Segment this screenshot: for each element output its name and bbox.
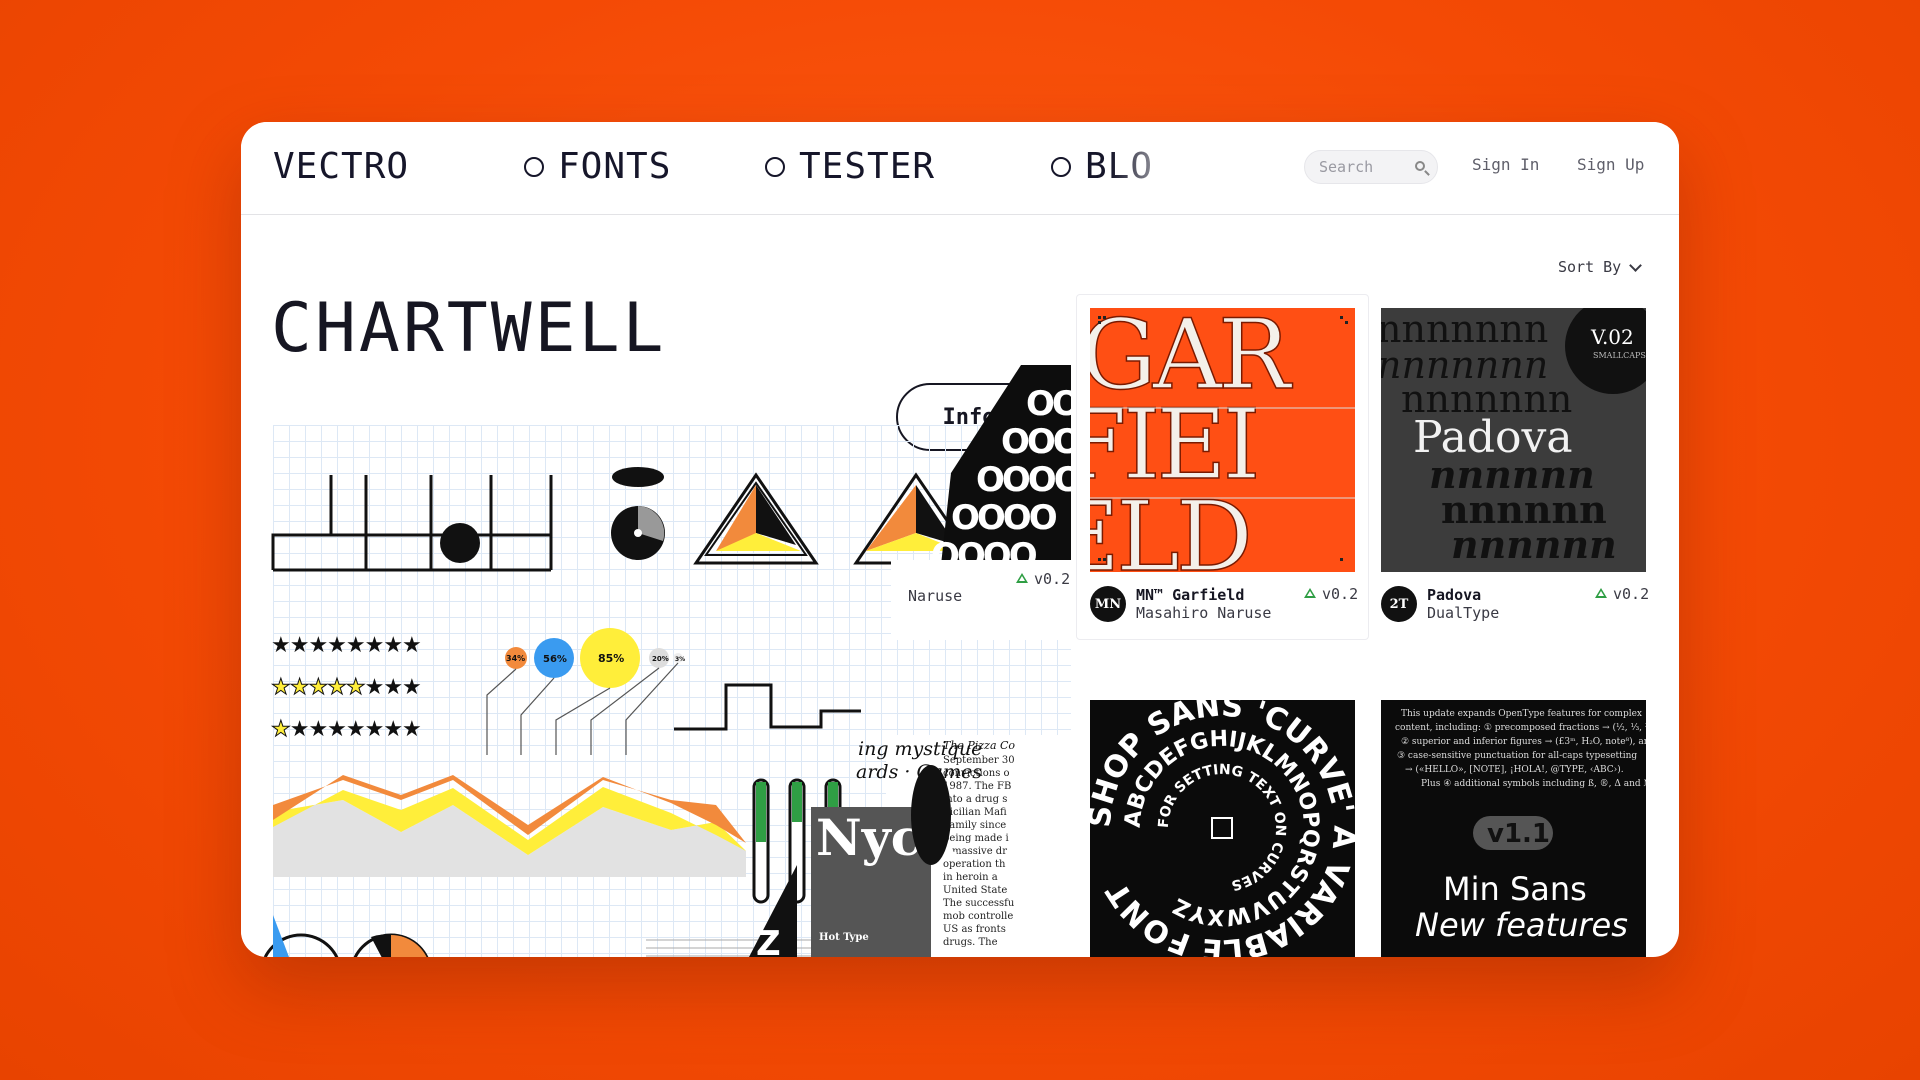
svg-text:★: ★ bbox=[271, 717, 290, 742]
padova-preview-image[interactable]: nnnnnnn nnnnnnn nnnnnnn nnnnnn nnnnnn nn… bbox=[1381, 308, 1646, 572]
version-badge: v0.2 bbox=[1016, 570, 1070, 588]
version-triangle-icon bbox=[1595, 588, 1607, 598]
minsans-preview-image[interactable]: This update expands OpenType features fo… bbox=[1381, 700, 1646, 957]
svg-text:in heroin a: in heroin a bbox=[943, 872, 998, 883]
svg-text:★★★★★★★★: ★★★★★★★★ bbox=[271, 633, 421, 658]
svg-text:ing mystique: ing mystique bbox=[858, 738, 982, 760]
card-font-name[interactable]: MN™ Garfield bbox=[1136, 586, 1244, 604]
garfield-artwork: GAR FIEI ELD bbox=[1090, 308, 1355, 572]
svg-text:United State: United State bbox=[943, 885, 1007, 896]
browser-window: VECTRO FONTS TESTER BLO Sign In Sign Up … bbox=[241, 122, 1679, 957]
search-input[interactable] bbox=[1317, 157, 1411, 177]
svg-text:SMALLCAPS: SMALLCAPS bbox=[1593, 351, 1646, 360]
svg-text:③ case-sensitive punctuation f: ③ case-sensitive punctuation for all-cap… bbox=[1397, 751, 1637, 761]
svg-text:85%: 85% bbox=[598, 652, 624, 665]
version-triangle-icon bbox=[1016, 573, 1028, 583]
nav-item-fonts[interactable]: FONTS bbox=[524, 146, 671, 187]
svg-text:→ («HELLO», [NOTE], ¡HOLA!, @T: → («HELLO», [NOTE], ¡HOLA!, @TYPE, ‹ABC›… bbox=[1405, 764, 1624, 775]
svg-text:★★★★★★★★: ★★★★★★★★ bbox=[271, 717, 421, 742]
svg-text:into a drug s: into a drug s bbox=[943, 794, 1007, 805]
avatar: 2T bbox=[1381, 586, 1417, 622]
curve-preview-image[interactable]: SHOP SANS 'CURVE' A VARIABLE FONT ABCDEF… bbox=[1090, 700, 1355, 957]
svg-text:content, including: ① precompo: content, including: ① precomposed fracti… bbox=[1395, 722, 1646, 733]
minsans-artwork: This update expands OpenType features fo… bbox=[1395, 709, 1646, 944]
svg-text:★★★★★: ★★★★★ bbox=[271, 675, 365, 700]
version-triangle-icon bbox=[1304, 588, 1316, 598]
site-header: VECTRO FONTS TESTER BLO Sign In Sign Up bbox=[241, 122, 1679, 215]
svg-text:Hot Type: Hot Type bbox=[819, 932, 869, 943]
garfield-preview-image[interactable]: GAR FIEI ELD bbox=[1090, 308, 1355, 572]
version-badge: v0.2 bbox=[1304, 585, 1358, 603]
search-icon[interactable] bbox=[1415, 161, 1425, 171]
svg-text:ELD: ELD bbox=[1090, 481, 1249, 572]
search-box[interactable] bbox=[1304, 150, 1438, 184]
svg-text:ABCDEFGHIJKLMNOPQRSTUVWXYZ: ABCDEFGHIJKLMNOPQRSTUVWXYZ bbox=[1121, 727, 1324, 930]
svg-text:v1.1: v1.1 bbox=[1487, 819, 1550, 849]
svg-text:② superior and inferior figure: ② superior and inferior figures → (£3ᵐ, … bbox=[1401, 736, 1646, 747]
nav-label: TESTER bbox=[799, 146, 936, 187]
radio-icon bbox=[765, 156, 785, 177]
card-author[interactable]: Masahiro Naruse bbox=[1136, 604, 1271, 622]
svg-text:3%: 3% bbox=[675, 656, 685, 663]
sign-in-link[interactable]: Sign In bbox=[1472, 155, 1539, 174]
svg-text:Z: Z bbox=[756, 924, 781, 957]
padova-artwork: nnnnnnn nnnnnnn nnnnnnn nnnnnn nnnnnn nn… bbox=[1381, 308, 1646, 567]
svg-text:US as fronts: US as fronts bbox=[943, 924, 1006, 935]
svg-text:34%: 34% bbox=[506, 654, 525, 663]
radio-icon bbox=[524, 156, 544, 177]
svg-text:Min Sans: Min Sans bbox=[1443, 870, 1587, 908]
sort-label: Sort By bbox=[1558, 258, 1622, 276]
version-badge: v0.2 bbox=[1595, 585, 1649, 603]
svg-text:V.02: V.02 bbox=[1590, 325, 1634, 349]
svg-text:New features: New features bbox=[1415, 906, 1628, 944]
svg-text:20%: 20% bbox=[652, 655, 669, 663]
font-detail-panel: CHARTWELL Info ★★★★★★★★ ★★★★★★★★ ★★★★★★★… bbox=[241, 215, 1071, 957]
curve-artwork: SHOP SANS 'CURVE' A VARIABLE FONT ABCDEF… bbox=[1090, 700, 1355, 957]
svg-text:56%: 56% bbox=[543, 654, 567, 665]
card-font-name[interactable]: Padova bbox=[1427, 586, 1481, 604]
svg-text:drugs. The: drugs. The bbox=[943, 937, 998, 948]
site-logo[interactable]: VECTRO bbox=[273, 146, 409, 187]
radio-icon bbox=[1051, 156, 1071, 177]
svg-text:Plus ④ additional symbols incl: Plus ④ additional symbols including ß, ®… bbox=[1421, 779, 1646, 789]
svg-text:Padova: Padova bbox=[1413, 412, 1573, 463]
svg-text:The successfu: The successfu bbox=[943, 898, 1015, 909]
svg-text:mob controlle: mob controlle bbox=[943, 911, 1013, 922]
svg-text:nnnnnn: nnnnnn bbox=[1451, 522, 1617, 567]
avatar: MN bbox=[1090, 586, 1126, 622]
chevron-down-icon bbox=[1629, 258, 1643, 272]
svg-text:This update expands OpenType f: This update expands OpenType features fo… bbox=[1401, 709, 1642, 719]
sort-dropdown[interactable]: Sort By bbox=[1558, 258, 1643, 276]
nav-item-tester[interactable]: TESTER bbox=[765, 146, 935, 187]
card-author[interactable]: Naruse bbox=[908, 587, 962, 605]
card-author[interactable]: DualType bbox=[1427, 604, 1499, 622]
nav-label: FONTS bbox=[558, 146, 672, 187]
svg-text:FOR SETTING TEXT ON CURVES: FOR SETTING TEXT ON CURVES bbox=[1156, 762, 1288, 893]
chartwell-specimen-artwork: ★★★★★★★★ ★★★★★★★★ ★★★★★★★★ ★★★★★ ★ 34% 5… bbox=[263, 365, 1071, 957]
sign-up-link[interactable]: Sign Up bbox=[1577, 155, 1644, 174]
